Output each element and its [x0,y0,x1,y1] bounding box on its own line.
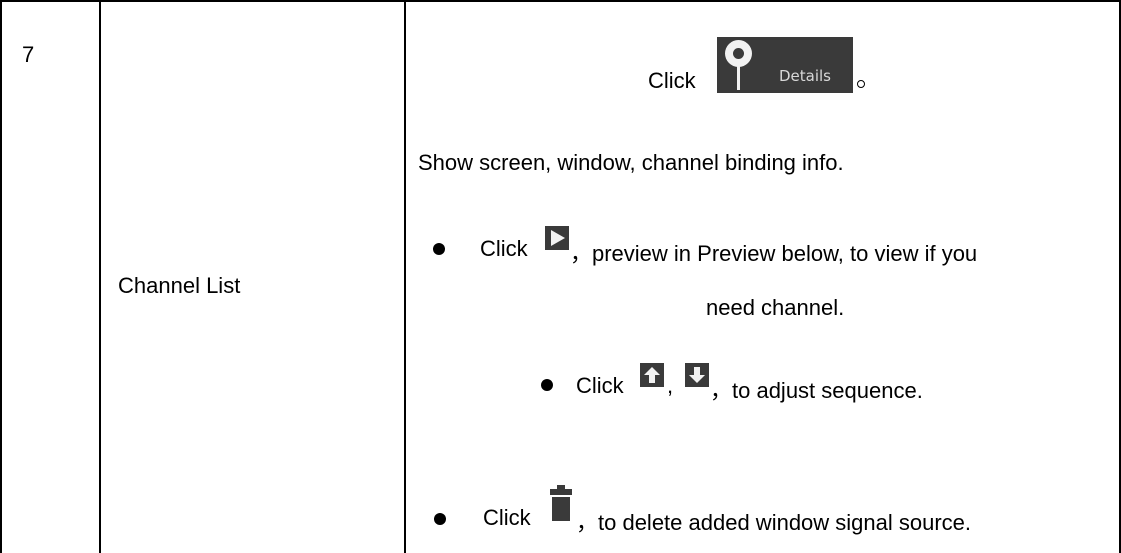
table-top-border [0,0,1121,2]
delete-click-text: Click [483,505,531,530]
play-icon [545,226,569,250]
sequence-text: ，to adjust sequence. [710,378,923,403]
trash-icon [548,483,574,523]
bullet-preview [433,243,445,255]
column-divider-2 [404,0,406,553]
delete-text: ，to delete added window signal source. [576,510,972,535]
details-period [857,80,865,88]
preview-click-text: Click [480,236,528,261]
table-left-border [0,0,2,553]
document-table: 7 Channel List Click Details Show screen… [0,0,1121,553]
click-details-text: Click [648,68,696,93]
bullet-sequence [541,379,553,391]
arrow-down-icon [685,363,709,387]
details-label: Details [779,67,832,85]
arrow-up-icon [640,363,664,387]
row-number: 7 [22,42,35,67]
preview-text-line2: need channel. [706,295,845,320]
show-info-text: Show screen, window, channel binding inf… [418,150,844,175]
details-button-image: Details [717,37,853,93]
sequence-click-text: Click [576,373,624,398]
row-name: Channel List [118,273,241,298]
bullet-delete [434,513,446,525]
sequence-comma: , [667,373,674,398]
column-divider-1 [99,0,101,553]
preview-text-line1: ，preview in Preview below, to view if yo… [570,241,978,266]
